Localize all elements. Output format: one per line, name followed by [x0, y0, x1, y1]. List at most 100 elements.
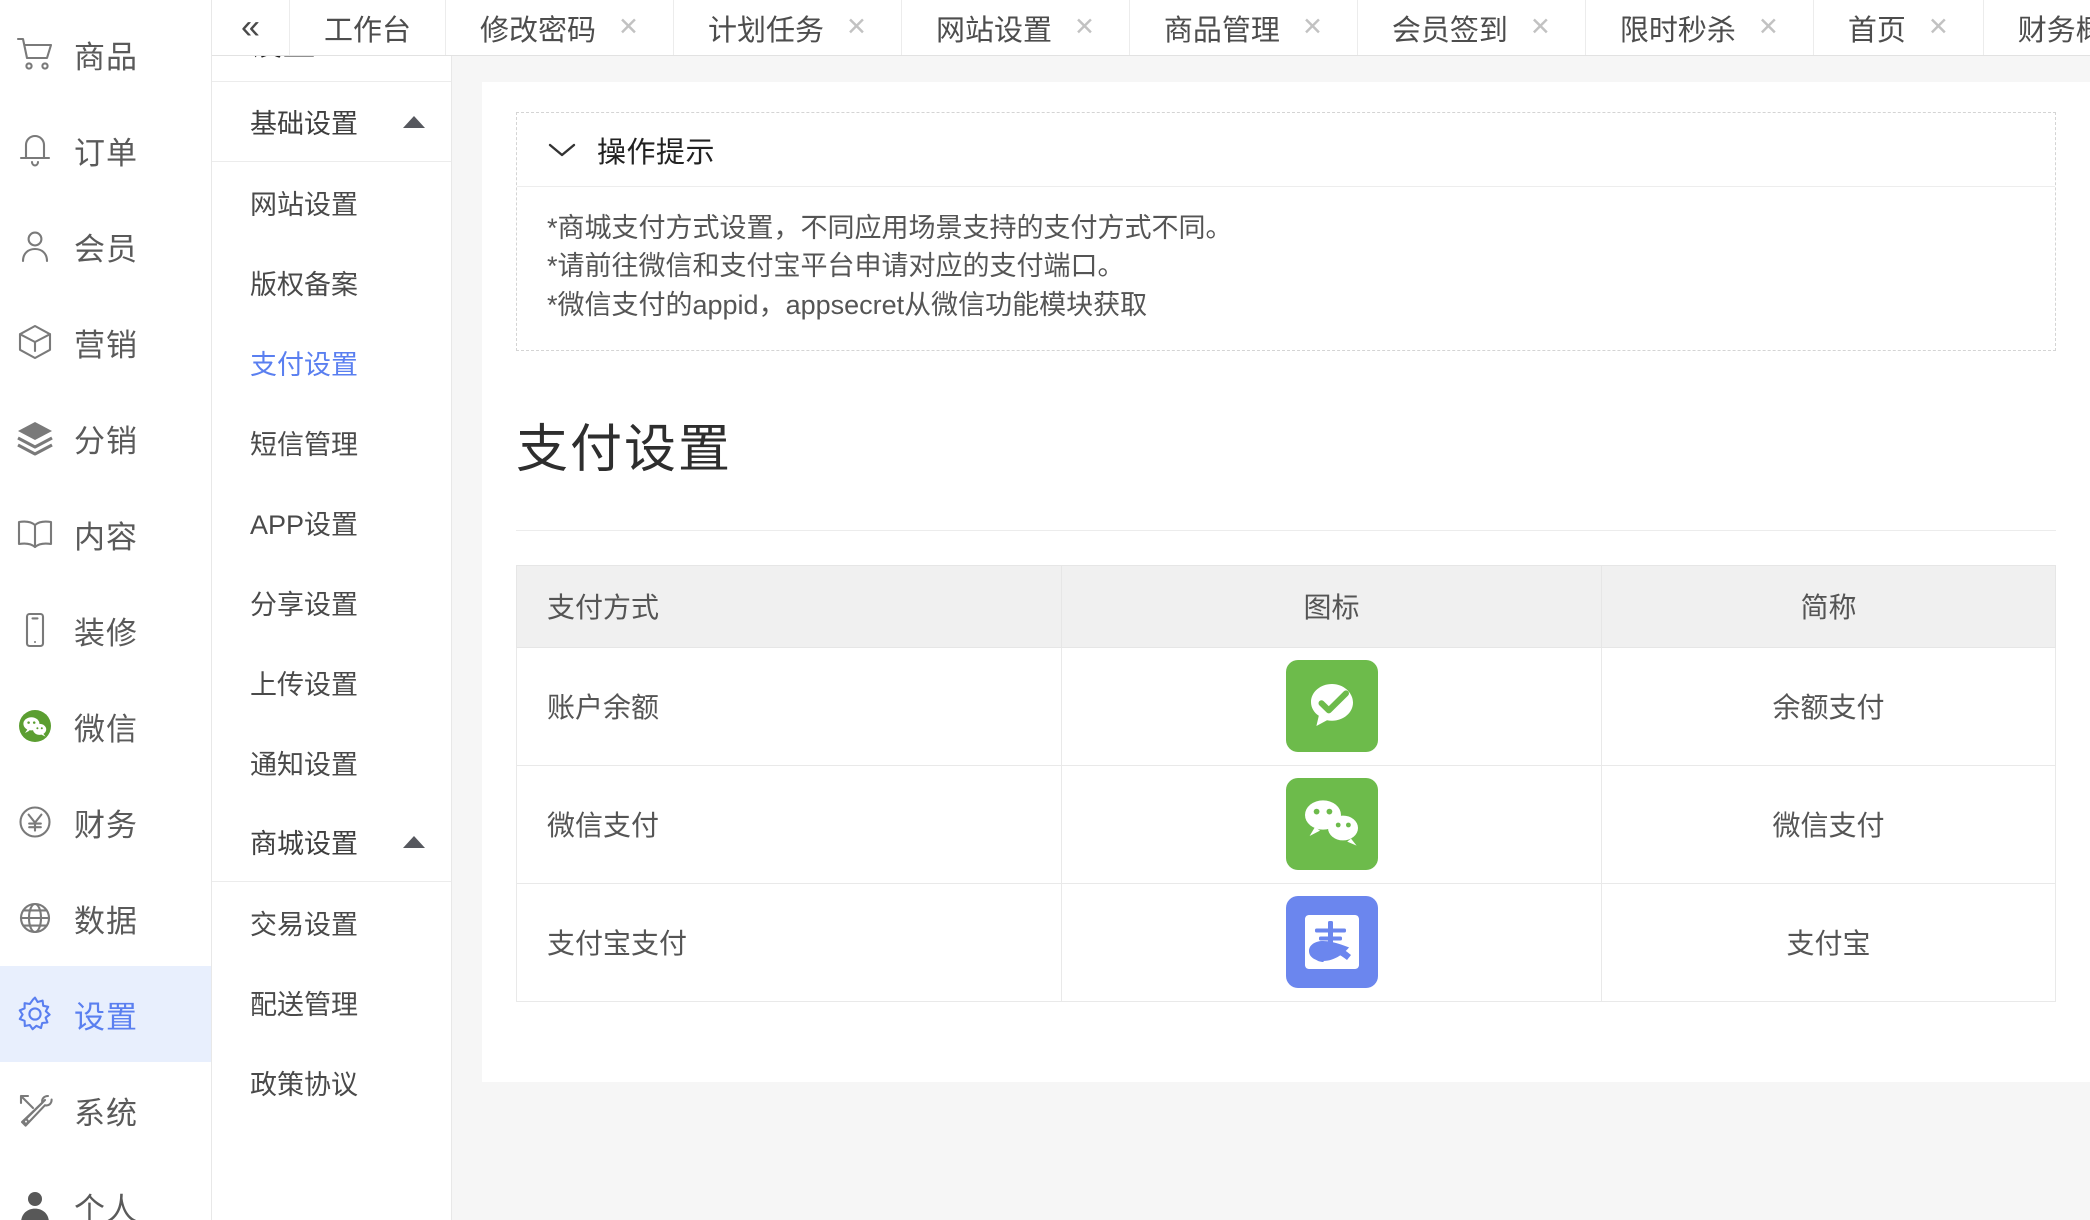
balance-pay-icon [1285, 660, 1378, 753]
tab-item[interactable]: 网站设置 ✕ [902, 0, 1130, 55]
tab-item[interactable]: 修改密码 ✕ [446, 0, 674, 55]
column-header-payment-method: 支付方式 [516, 564, 1062, 648]
sidebar-item-4[interactable]: 营销 [0, 294, 211, 390]
cell-icon [1061, 764, 1602, 884]
tab-item[interactable]: 限时秒杀 ✕ [1586, 0, 1814, 55]
mobile-icon [14, 609, 56, 651]
wechat-icon [14, 705, 56, 747]
operation-tip-box: 操作提示 *商城支付方式设置，不同应用场景支持的支付方式不同。 *请前往微信和支… [516, 112, 2056, 351]
operation-tip-header[interactable]: 操作提示 [517, 113, 2055, 187]
chevron-up-icon[interactable] [403, 115, 425, 128]
user-icon [14, 225, 56, 267]
primary-sidebar: 商品订单会员营销分销内容装修 微信 财务数据设置系统个人 [0, 0, 212, 1220]
tab-bar: « 工作台 修改密码 ✕ 计划任务 ✕ 网站设置 ✕ 商品管理 ✕ 会员签到 ✕ 限时秒杀 ✕ 首页 ✕ 财务概… [212, 0, 2090, 56]
tab-item[interactable]: 商品管理 ✕ [1130, 0, 1358, 55]
settings-sidebar-list: 基础设置网站设置 版权备案 支付设置 短信管理 APP设置 分享设置 上传设置 通知设置 商城设… [212, 82, 451, 1122]
settings-sidebar-item[interactable]: 配送管理 [212, 962, 451, 1042]
settings-sidebar-item[interactable]: 网站设置 [212, 162, 451, 242]
settings-sidebar-item[interactable]: 通知设置 [212, 722, 451, 802]
table-row: 账户余额 余额支付 [516, 646, 2056, 766]
sidebar-item-label: 内容 [74, 519, 138, 555]
tab-close-icon[interactable]: ✕ [1758, 15, 1779, 40]
sidebar-item-9[interactable]: 财务 [0, 774, 211, 870]
content-area: 操作提示 *商城支付方式设置，不同应用场景支持的支付方式不同。 *请前往微信和支… [452, 56, 2090, 1220]
settings-sidebar-item[interactable]: 政策协议 [212, 1042, 451, 1122]
sidebar-item-label: 数据 [74, 903, 138, 939]
cell-payment-method: 微信支付 [516, 764, 1062, 884]
settings-group-label: 基础设置 [250, 109, 358, 139]
tab-label: 工作台 [324, 14, 412, 47]
sidebar-item-label: 个人 [74, 1191, 138, 1220]
settings-sidebar-item[interactable]: APP设置 [212, 482, 451, 562]
gear-icon [14, 993, 56, 1035]
sidebar-item-label: 订单 [74, 135, 138, 171]
settings-sidebar-item[interactable]: 版权备案 [212, 242, 451, 322]
table-row: 微信支付 微信支付 [516, 764, 2056, 884]
tab-close-icon[interactable]: ✕ [1530, 15, 1551, 40]
sidebar-item-label: 系统 [74, 1095, 138, 1131]
person-icon [14, 1185, 56, 1220]
tab-label: 首页 [1847, 14, 1906, 47]
table-body: 账户余额 余额支付 微信支付 微信支付 支付宝支付 支付宝 [516, 646, 2056, 1002]
settings-group-header[interactable]: 基础设置 [212, 82, 451, 162]
sidebar-item-7[interactable]: 装修 [0, 582, 211, 678]
sidebar-item-1[interactable]: 商品 [0, 6, 211, 102]
sidebar-item-11[interactable]: 设置 [0, 966, 211, 1062]
table-head: 支付方式 图标 简称 [516, 564, 2056, 648]
tab-label: 网站设置 [935, 14, 1052, 47]
operation-tip-body: *商城支付方式设置，不同应用场景支持的支付方式不同。 *请前往微信和支付宝平台申… [517, 187, 2055, 350]
tab-close-icon[interactable]: ✕ [846, 15, 867, 40]
chevron-down-icon [547, 135, 577, 165]
cell-icon [1061, 646, 1602, 766]
sidebar-item-label: 营销 [74, 327, 138, 363]
globe-icon [14, 897, 56, 939]
column-header-icon: 图标 [1061, 564, 1602, 648]
table-row: 支付宝支付 支付宝 [516, 882, 2056, 1002]
tab-close-icon[interactable]: ✕ [1074, 15, 1095, 40]
settings-sidebar-item[interactable]: 支付设置 [212, 322, 451, 402]
settings-group-header[interactable]: 商城设置 [212, 802, 451, 882]
tab-item[interactable]: 工作台 [290, 0, 447, 55]
tab-label: 限时秒杀 [1619, 14, 1736, 47]
settings-sidebar-item[interactable]: 上传设置 [212, 642, 451, 722]
sidebar-item-12[interactable]: 系统 [0, 1062, 211, 1158]
sidebar-item-6[interactable]: 内容 [0, 486, 211, 582]
tab-item[interactable]: 计划任务 ✕ [674, 0, 902, 55]
tab-label: 商品管理 [1163, 14, 1280, 47]
app-root: 商品订单会员营销分销内容装修微信财务数据设置系统个人 设置 基础设置网站设置版权… [0, 0, 2090, 1220]
right-pane: « 工作台 修改密码 ✕ 计划任务 ✕ 网站设置 ✕ 商品管理 ✕ 会员签到 ✕ 限时秒杀 ✕ 首页 ✕ 财务概… [212, 0, 2090, 1220]
settings-sidebar-item[interactable]: 交易设置 [212, 882, 451, 962]
tab-close-icon[interactable]: ✕ [1302, 15, 1323, 40]
chevron-up-icon[interactable] [403, 835, 425, 848]
cell-icon [1061, 882, 1602, 1002]
tip-line: *商城支付方式设置，不同应用场景支持的支付方式不同。 [547, 213, 1233, 243]
content-card: 操作提示 *商城支付方式设置，不同应用场景支持的支付方式不同。 *请前往微信和支… [482, 82, 2090, 1082]
sidebar-item-13[interactable]: 个人 [0, 1158, 211, 1220]
yen-icon [14, 801, 56, 843]
cell-short-name: 余额支付 [1601, 646, 2056, 766]
collapse-sidebar-button[interactable]: « [212, 0, 290, 55]
sidebar-item-3[interactable]: 会员 [0, 198, 211, 294]
sidebar-item-label: 设置 [74, 999, 138, 1035]
tab-item[interactable]: 财务概况 [1984, 0, 2090, 55]
sidebar-item-10[interactable]: 数据 [0, 870, 211, 966]
settings-sidebar-item[interactable]: 分享设置 [212, 562, 451, 642]
tab-close-icon[interactable]: ✕ [1928, 15, 1949, 40]
cell-payment-method: 支付宝支付 [516, 882, 1062, 1002]
alipay-icon [1285, 896, 1378, 989]
tab-item[interactable]: 首页 ✕ [1814, 0, 1984, 55]
layers-icon [14, 417, 56, 459]
tab-label: 财务概况 [2017, 14, 2090, 47]
sidebar-item-8[interactable]: 微信 [0, 678, 211, 774]
tab-close-icon[interactable]: ✕ [618, 15, 639, 40]
settings-sidebar-item[interactable]: 短信管理 [212, 402, 451, 482]
tab-item[interactable]: 会员签到 ✕ [1358, 0, 1586, 55]
book-icon [14, 513, 56, 555]
tip-line: *微信支付的appid，appsecret从微信功能模块获取 [547, 289, 1148, 320]
sidebar-item-label: 会员 [74, 231, 138, 267]
payment-methods-table: 支付方式 图标 简称 账户余额 余额支付 微信支付 微信支付 支付宝支付 支付宝 [516, 564, 2056, 1002]
tip-line: *请前往微信和支付宝平台申请对应的支付端口。 [547, 251, 1125, 282]
sidebar-item-5[interactable]: 分销 [0, 390, 211, 486]
sidebar-item-label: 商品 [74, 39, 138, 75]
sidebar-item-2[interactable]: 订单 [0, 102, 211, 198]
